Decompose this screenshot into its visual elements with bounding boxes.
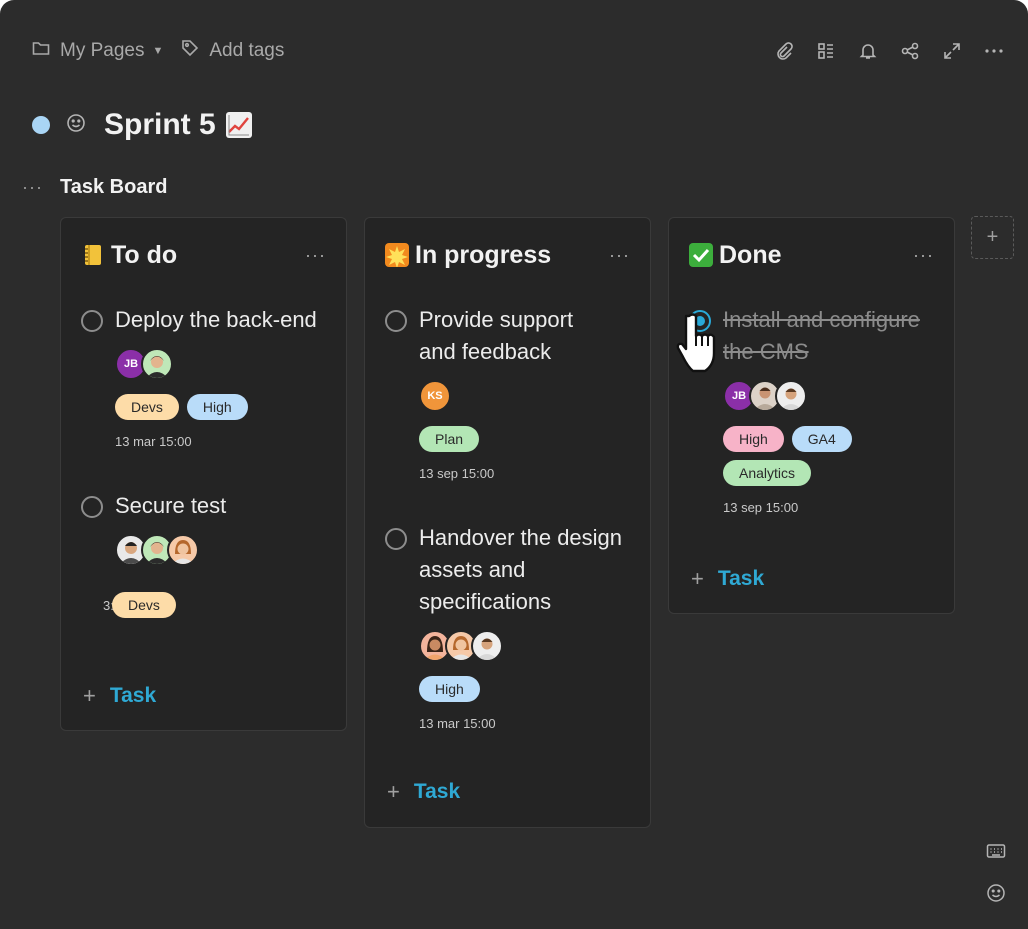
chart-emoji-icon <box>225 112 252 138</box>
tag[interactable]: Analytics <box>723 460 812 486</box>
plus-icon: + <box>691 566 704 591</box>
app-window: My Pages ▼ Add tags Sprint 5 ··· Task Bo… <box>0 0 1028 929</box>
assignee-list <box>115 534 330 566</box>
column-in-progress: In progress ··· Provide support and feed… <box>364 217 651 828</box>
add-task-button[interactable]: + Task <box>387 779 460 805</box>
keyboard-icon[interactable] <box>985 840 1007 862</box>
due-date: 13 mar 15:00 <box>115 434 192 449</box>
task-card[interactable]: Secure test 3:00 Devs <box>81 490 330 626</box>
share-icon[interactable] <box>900 41 920 61</box>
column-title: In progress <box>415 240 552 269</box>
task-card[interactable]: Provide support and feedback KS Plan 13 … <box>385 304 634 481</box>
plus-icon: + <box>986 226 999 248</box>
due-date: 13 sep 15:00 <box>723 500 799 515</box>
plus-icon: + <box>387 779 400 804</box>
paperclip-icon[interactable] <box>774 41 794 61</box>
task-title[interactable]: Deploy the back-end <box>115 304 317 336</box>
task-title[interactable]: Install and configure the CMS <box>723 304 920 368</box>
avatar[interactable]: KS <box>419 380 451 412</box>
task-card[interactable]: Deploy the back-end JB Devs High 13 mar … <box>81 304 330 449</box>
tag[interactable]: Plan <box>419 426 480 452</box>
column-title: To do <box>111 240 178 269</box>
status-dot[interactable] <box>32 116 50 134</box>
tag-icon <box>181 39 199 63</box>
assignee-list: JB <box>115 348 330 380</box>
avatar-photo[interactable] <box>471 630 503 662</box>
folder-icon <box>32 40 50 62</box>
tag-list: High <box>419 676 619 702</box>
layout-icon[interactable] <box>816 41 836 61</box>
task-card[interactable]: Install and configure the CMS JB High GA… <box>689 304 938 515</box>
breadcrumb[interactable]: My Pages ▼ Add tags <box>32 39 284 63</box>
notebook-icon <box>81 243 105 267</box>
task-card[interactable]: Handover the design assets and specifica… <box>385 522 634 731</box>
task-title[interactable]: Provide support and feedback <box>419 304 573 368</box>
column-done: Done ··· Install and configure the CMS J… <box>668 217 955 614</box>
tag[interactable]: High <box>419 676 480 702</box>
avatar-photo[interactable] <box>167 534 199 566</box>
more-icon[interactable]: ··· <box>913 245 934 266</box>
column-header: In progress ··· <box>385 238 630 272</box>
column-title: Done <box>719 240 782 269</box>
tag-list: Devs High <box>115 394 315 420</box>
more-icon[interactable]: ··· <box>609 245 630 266</box>
add-tags-button[interactable]: Add tags <box>209 40 284 62</box>
board-title: Task Board <box>60 176 168 198</box>
page-title[interactable]: Sprint 5 <box>104 108 216 142</box>
breadcrumb-label: My Pages <box>60 40 145 61</box>
emoji-picker-icon[interactable] <box>66 113 86 138</box>
assignee-list: JB <box>723 380 938 412</box>
tag[interactable]: Devs <box>112 592 176 618</box>
add-task-button[interactable]: + Task <box>691 566 764 592</box>
check-mark-emoji-icon <box>689 243 713 267</box>
task-checkbox[interactable] <box>385 310 407 332</box>
task-checkbox[interactable] <box>81 496 103 518</box>
tag[interactable]: High <box>186 394 248 420</box>
hand-pointer-cursor-icon <box>675 312 723 379</box>
emoji-icon[interactable] <box>985 882 1007 904</box>
tag-list: Plan <box>419 426 619 452</box>
task-checkbox[interactable] <box>81 310 103 332</box>
more-icon[interactable]: ··· <box>305 245 326 266</box>
caret-down-icon[interactable]: ▼ <box>152 45 163 57</box>
more-icon[interactable] <box>984 41 1004 61</box>
tag[interactable]: High <box>723 426 784 452</box>
due-date: 13 mar 15:00 <box>419 716 496 731</box>
board-options-icon[interactable]: ··· <box>22 177 60 198</box>
column-header: To do ··· <box>81 238 326 272</box>
column-header: Done ··· <box>689 238 934 272</box>
add-column-button[interactable]: + <box>971 216 1014 259</box>
tag[interactable]: Devs <box>115 394 179 420</box>
title-row: Sprint 5 <box>32 108 252 142</box>
top-bar: My Pages ▼ Add tags <box>32 36 1004 66</box>
toolbar <box>774 41 1004 61</box>
due-date: 13 sep 15:00 <box>419 466 495 481</box>
assignee-list: KS <box>419 380 634 412</box>
column-todo: To do ··· Deploy the back-end JB Devs Hi… <box>60 217 347 731</box>
tag-list: High GA4 Analytics <box>723 426 923 486</box>
board-header: ··· Task Board <box>22 176 167 199</box>
plus-icon: + <box>83 683 96 708</box>
bell-icon[interactable] <box>858 41 878 61</box>
star-emoji-icon <box>385 243 409 268</box>
task-title[interactable]: Secure test <box>115 490 226 522</box>
expand-icon[interactable] <box>942 41 962 61</box>
avatar-photo[interactable] <box>775 380 807 412</box>
add-task-button[interactable]: + Task <box>83 683 156 709</box>
task-title[interactable]: Handover the design assets and specifica… <box>419 522 622 618</box>
tag[interactable]: GA4 <box>791 426 852 452</box>
avatar-photo[interactable] <box>141 348 173 380</box>
task-checkbox[interactable] <box>385 528 407 550</box>
assignee-list <box>419 630 634 662</box>
